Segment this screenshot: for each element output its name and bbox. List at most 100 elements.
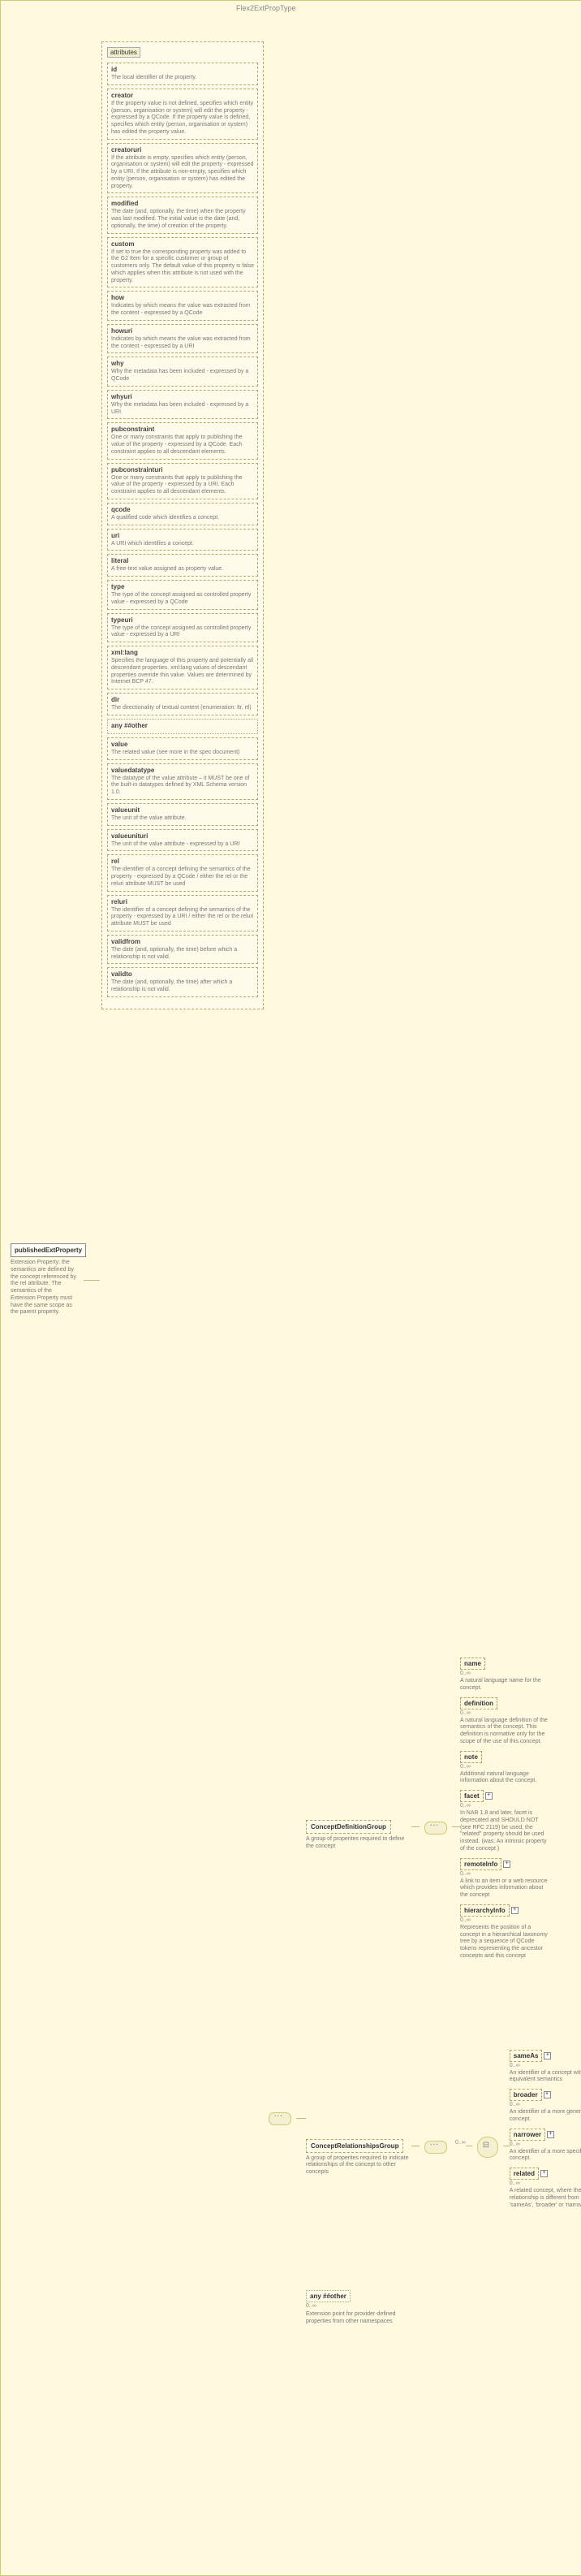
attribute-name: value <box>111 741 254 748</box>
attribute-validto[interactable]: validtoThe date (and, optionally, the ti… <box>107 967 258 997</box>
attribute-description: The identifier of a concept defining the… <box>111 867 254 888</box>
attribute-xml-lang[interactable]: xml:langSpecifies the language of this p… <box>107 646 258 689</box>
child-related[interactable]: related <box>510 2168 539 2180</box>
attribute-pubconstrainturi[interactable]: pubconstrainturi One or many constraints … <box>107 463 258 499</box>
attribute-name: qcode <box>111 506 254 513</box>
child-definition[interactable]: definition <box>460 1697 497 1709</box>
attribute-description: The type of the concept assigned as cont… <box>111 592 254 607</box>
connector-line <box>296 2118 306 2120</box>
attribute-description: Why the metadata has been included - exp… <box>111 402 254 417</box>
attribute-description: The type of the concept assigned as cont… <box>111 625 254 640</box>
attribute-howuri[interactable]: howuriIndicates by which means the value… <box>107 324 258 354</box>
attribute-name: custom <box>111 240 254 248</box>
attribute-reluri[interactable]: reluriThe identifier of a concept defini… <box>107 895 258 931</box>
attribute-description: A URI which identifies a concept. <box>111 541 254 548</box>
attribute-description: The local identifier of the property. <box>111 75 254 82</box>
attribute-whyuri[interactable]: whyuriWhy the metadata has been included… <box>107 390 258 420</box>
child-description: An identifier of a concept with equivale… <box>510 2070 581 2085</box>
attribute-valuedatatype[interactable]: valuedatatypeThe datatype of the value a… <box>107 763 258 800</box>
child-facet[interactable]: facet <box>460 1790 484 1802</box>
attribute-uri[interactable]: uri A URI which identifies a concept. <box>107 529 258 551</box>
cardinality: 0..∞ <box>460 1917 471 1923</box>
child-description: Represents the position of a concept in … <box>460 1925 549 1960</box>
expand-icon[interactable]: + <box>503 1861 510 1868</box>
cardinality: 0..∞ <box>510 2142 520 2147</box>
attribute-creator[interactable]: creatorIf the property value is not defi… <box>107 89 258 140</box>
attribute-description: One or many constraints that apply to pu… <box>111 475 254 496</box>
any-other-description: Extension point for provider-defined pro… <box>306 2311 411 2326</box>
attribute-name: any ##other <box>111 722 254 729</box>
cardinality: 0..∞ <box>460 1764 471 1770</box>
cardinality: 0..∞ <box>460 1710 471 1716</box>
group-concept-relationships[interactable]: ConceptRelationshipsGroup <box>306 2139 403 2153</box>
attribute-name: pubconstrainturi <box>111 466 254 473</box>
attribute-literal[interactable]: literalA free-text value assigned as pro… <box>107 554 258 577</box>
attribute-how[interactable]: how Indicates by which means the value wa… <box>107 291 258 321</box>
attribute-description: Indicates by which means the value was e… <box>111 336 254 351</box>
attribute-why[interactable]: whyWhy the metadata has been included - … <box>107 357 258 387</box>
child-hierarchyinfo[interactable]: hierarchyInfo <box>460 1904 510 1917</box>
expand-icon[interactable]: + <box>544 2052 551 2060</box>
attribute-rel[interactable]: relThe identifier of a concept defining … <box>107 854 258 891</box>
attribute-name: valueunituri <box>111 832 254 840</box>
attribute-name: dir <box>111 696 254 703</box>
child-description: An identifier of a more specific concept… <box>510 2149 581 2163</box>
attribute-name: how <box>111 294 254 301</box>
attribute-name: typeuri <box>111 616 254 624</box>
child-broader[interactable]: broader <box>510 2089 542 2101</box>
attribute-description: The directionality of textual content (e… <box>111 705 254 712</box>
connector-line <box>84 1280 100 1282</box>
attribute-name: uri <box>111 532 254 539</box>
any-other-element[interactable]: any ##other <box>306 2290 351 2302</box>
attribute-modified[interactable]: modifiedThe date (and, optionally, the t… <box>107 197 258 233</box>
group-concept-definition[interactable]: ConceptDefinitionGroup <box>306 1820 391 1834</box>
choice-icon <box>477 2137 498 2158</box>
attribute-id[interactable]: idThe local identifier of the property. <box>107 63 258 85</box>
attribute-name: reluri <box>111 898 254 905</box>
child-description: An identifier of a more generic concept. <box>510 2109 581 2124</box>
attribute-valueunit[interactable]: valueunitThe unit of the value attribute… <box>107 803 258 826</box>
child-narrower[interactable]: narrower <box>510 2129 545 2141</box>
attribute-pubconstraint[interactable]: pubconstraintOne or many constraints tha… <box>107 422 258 459</box>
attribute-description: The date (and, optionally, the time) bef… <box>111 947 254 962</box>
attribute-description: If the attribute is empty, specifies whi… <box>111 155 254 191</box>
attribute-any---other[interactable]: any ##other <box>107 719 258 734</box>
attribute-description: The date (and, optionally, the time) aft… <box>111 979 254 994</box>
child-name[interactable]: name <box>460 1658 485 1670</box>
expand-icon[interactable]: + <box>547 2131 554 2138</box>
sequence-icon <box>269 2112 291 2125</box>
attributes-group: attributes idThe local identifier of the… <box>101 41 264 1009</box>
attribute-name: howuri <box>111 327 254 335</box>
attribute-description: The related value (see more in the spec … <box>111 750 254 757</box>
attribute-name: creator <box>111 92 254 99</box>
attribute-validfrom[interactable]: validfromThe date (and, optionally, the … <box>107 935 258 965</box>
attribute-dir[interactable]: dir The directionality of textual content… <box>107 693 258 715</box>
cardinality: 0..∞ <box>460 1871 471 1877</box>
attribute-name: xml:lang <box>111 649 254 656</box>
root-description: Extension Property: the semantics are de… <box>11 1260 77 1316</box>
attribute-type[interactable]: type The type of the concept assigned as … <box>107 580 258 610</box>
expand-icon[interactable]: + <box>540 2170 548 2177</box>
attribute-qcode[interactable]: qcodeA qualified code which identifies a… <box>107 503 258 525</box>
attribute-name: type <box>111 583 254 590</box>
child-sameas[interactable]: sameAs <box>510 2050 543 2062</box>
child-note[interactable]: note <box>460 1751 482 1763</box>
attribute-typeuri[interactable]: typeuriThe type of the concept assigned … <box>107 613 258 643</box>
attribute-name: modified <box>111 200 254 207</box>
expand-icon[interactable]: + <box>511 1907 519 1914</box>
attribute-valueunituri[interactable]: valueunituriThe unit of the value attrib… <box>107 829 258 852</box>
root-element[interactable]: publishedExtProperty <box>11 1243 86 1257</box>
child-remoteinfo[interactable]: remoteInfo <box>460 1858 501 1870</box>
attribute-custom[interactable]: customIf set to true the corresponding p… <box>107 237 258 288</box>
expand-icon[interactable]: + <box>485 1792 493 1800</box>
expand-icon[interactable]: + <box>544 2091 551 2098</box>
attributes-header: attributes <box>107 47 140 58</box>
attribute-description: Why the metadata has been included - exp… <box>111 369 254 383</box>
diagram-canvas: Flex2ExtPropType publishedExtProperty Ex… <box>0 0 581 2576</box>
attribute-creatoruri[interactable]: creatoruriIf the attribute is empty, spe… <box>107 143 258 194</box>
attribute-value[interactable]: value The related value (see more in the … <box>107 737 258 760</box>
attribute-description: The unit of the value attribute. <box>111 815 254 823</box>
group-description: A group of properites required to define… <box>306 1836 411 1851</box>
cardinality: 0..∞ <box>460 1671 471 1676</box>
attribute-description: Indicates by which means the value was e… <box>111 303 254 318</box>
